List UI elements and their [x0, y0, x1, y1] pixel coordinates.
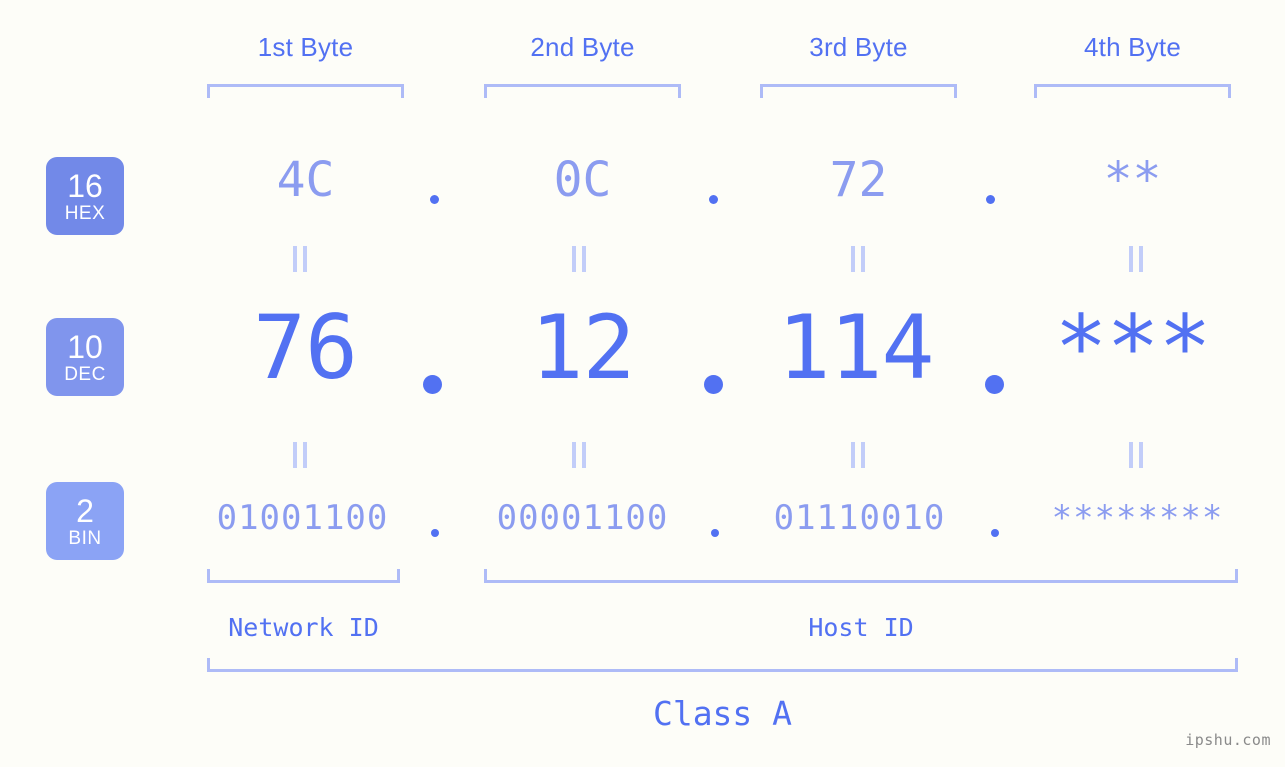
class-bracket: [207, 658, 1238, 672]
base-badge-bin[interactable]: 2 BIN: [46, 482, 124, 560]
dec-byte-4: ***: [1054, 296, 1212, 399]
byte-bracket-1: [207, 84, 404, 98]
equality-mark-hex-dec-4: [1129, 246, 1143, 272]
byte-bracket-3: [760, 84, 957, 98]
hex-separator-dot-1: [430, 195, 439, 204]
byte-bracket-2: [484, 84, 681, 98]
dec-separator-dot-2: [704, 375, 723, 394]
network-id-label: Network ID: [228, 613, 379, 642]
hex-separator-dot-2: [709, 195, 718, 204]
byte-header-2: 2nd Byte: [530, 32, 635, 62]
class-label: Class A: [652, 694, 793, 733]
base-badge-hex-number: 16: [67, 167, 103, 204]
equality-mark-dec-bin-4: [1129, 442, 1143, 468]
base-badge-dec[interactable]: 10 DEC: [46, 318, 124, 396]
byte-header-1: 1st Byte: [257, 32, 354, 62]
bin-byte-4: ********: [1051, 498, 1224, 538]
bin-separator-dot-1: [431, 529, 439, 537]
watermark: ipshu.com: [1185, 731, 1271, 749]
diagram-canvas: 1st Byte 2nd Byte 3rd Byte 4th Byte 16 H…: [0, 0, 1285, 767]
dec-byte-1: 76: [253, 296, 358, 399]
base-badge-dec-number: 10: [67, 328, 103, 365]
dec-separator-dot-3: [985, 375, 1004, 394]
byte-header-3: 3rd Byte: [809, 32, 908, 62]
bin-separator-dot-3: [991, 529, 999, 537]
base-badge-hex[interactable]: 16 HEX: [46, 157, 124, 235]
equality-mark-hex-dec-1: [293, 246, 307, 272]
bin-separator-dot-2: [711, 529, 719, 537]
hex-byte-3: 72: [829, 152, 888, 208]
dec-byte-3: 114: [777, 296, 935, 399]
bin-byte-3: 01110010: [773, 498, 946, 538]
base-badge-dec-label: DEC: [64, 363, 106, 385]
base-badge-hex-label: HEX: [64, 202, 106, 224]
equality-mark-dec-bin-3: [851, 442, 865, 468]
host-id-bracket: [484, 569, 1238, 583]
equality-mark-hex-dec-3: [851, 246, 865, 272]
base-badge-bin-number: 2: [76, 492, 94, 529]
bin-byte-1: 01001100: [216, 498, 389, 538]
dec-byte-2: 12: [530, 296, 636, 399]
equality-mark-dec-bin-1: [293, 442, 307, 468]
bin-byte-2: 00001100: [496, 498, 669, 538]
base-badge-bin-label: BIN: [68, 527, 102, 549]
network-id-bracket: [207, 569, 400, 583]
byte-bracket-4: [1034, 84, 1231, 98]
hex-byte-4: **: [1103, 152, 1162, 208]
byte-header-4: 4th Byte: [1084, 32, 1181, 62]
host-id-label: Host ID: [808, 613, 914, 642]
equality-mark-hex-dec-2: [572, 246, 586, 272]
equality-mark-dec-bin-2: [572, 442, 586, 468]
hex-byte-1: 4C: [276, 152, 335, 208]
dec-separator-dot-1: [423, 375, 442, 394]
hex-byte-2: 0C: [553, 152, 612, 208]
hex-separator-dot-3: [986, 195, 995, 204]
